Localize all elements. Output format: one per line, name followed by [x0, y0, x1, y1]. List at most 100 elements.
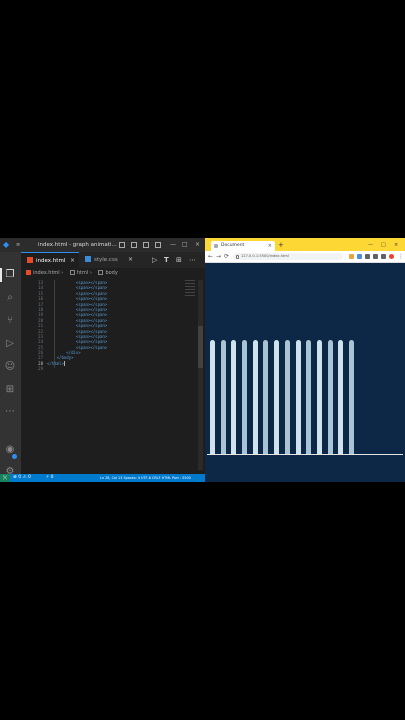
close-tab-icon[interactable]: ×: [70, 253, 75, 269]
browser-tab-bar: Document × + — □ ×: [205, 238, 405, 251]
run-debug-icon[interactable]: ▷: [4, 338, 16, 350]
graph-bar: [338, 339, 344, 454]
element-icon: [69, 270, 75, 275]
element-icon: [98, 270, 104, 275]
extension-icon[interactable]: [349, 254, 354, 259]
screenshot: ◆ ≡ index.html - graph animati... — □ × …: [0, 238, 405, 482]
breadcrumb-body[interactable]: body: [105, 268, 117, 278]
tab-index-html[interactable]: index.html ×: [21, 252, 79, 268]
problems-status[interactable]: ⊗ 0 ⚠ 0: [13, 474, 31, 482]
minimap[interactable]: [185, 280, 195, 298]
code-tag: <span></span>: [75, 280, 108, 285]
back-icon[interactable]: ←: [208, 251, 213, 262]
graph-bar: [242, 339, 247, 454]
remote-indicator[interactable]: ⟩⟨: [0, 474, 10, 482]
graph-baseline: [207, 454, 403, 455]
graph-bar: [284, 339, 290, 454]
menu-icon[interactable]: ≡: [16, 242, 21, 248]
code-tag: <span></span>: [75, 312, 108, 318]
breadcrumb-html[interactable]: html: [77, 268, 88, 278]
bar-graph: [205, 263, 405, 482]
code-tag: <span></span>: [75, 290, 108, 296]
window-title: index.html - graph animati...: [38, 242, 117, 248]
status-right[interactable]: Ln 28, Col 13 Spaces: 4 UTF-8 CRLF HTML …: [100, 474, 191, 482]
line-number-gutter: 13 14 15 16 17 18 19 20 21 22 23 24 25 26 27 28 29: [21, 280, 43, 372]
graph-bar: [349, 339, 355, 454]
maximize-button[interactable]: □: [381, 240, 386, 250]
vscode-logo-icon: ◆: [3, 240, 10, 249]
forward-icon[interactable]: →: [216, 251, 221, 262]
toggle-sidebar-icon[interactable]: [119, 242, 125, 248]
toggle-secondary-sidebar-icon[interactable]: [143, 242, 149, 248]
extension-icon[interactable]: [365, 254, 370, 259]
more-actions-icon[interactable]: ⋯: [189, 255, 196, 265]
close-button[interactable]: ×: [195, 241, 200, 249]
vscode-window: ◆ ≡ index.html - graph animati... — □ × …: [0, 238, 205, 482]
html-file-icon: [27, 257, 33, 263]
browser-toolbar: ← → ⟳ 127.0.0.1:5500/index.html ⋮: [205, 251, 405, 263]
minimize-button[interactable]: —: [368, 240, 373, 250]
source-control-icon[interactable]: ⑂: [4, 315, 16, 327]
vscode-titlebar: ◆ ≡ index.html - graph animati... — □ ×: [0, 238, 205, 252]
code-tag: <span></span>: [75, 285, 108, 291]
code-editor[interactable]: 13 14 15 16 17 18 19 20 21 22 23 24 25 26 27 28 29 <span…: [21, 278, 205, 474]
search-icon[interactable]: ⌕: [4, 292, 16, 304]
editor-tabs: index.html × style.css × ▷ T ⊞ ⋯: [21, 252, 205, 268]
explorer-icon[interactable]: ❐: [4, 269, 16, 281]
minimize-button[interactable]: —: [170, 241, 176, 249]
profile-avatar[interactable]: [389, 254, 394, 259]
graph-bar: [231, 339, 237, 454]
run-icon[interactable]: ▷: [152, 255, 157, 265]
close-button[interactable]: ×: [394, 240, 398, 250]
breadcrumb-separator: ›: [89, 270, 92, 276]
format-icon[interactable]: T: [164, 255, 169, 265]
browser-tab[interactable]: Document ×: [211, 241, 275, 251]
graph-bar: [274, 339, 280, 454]
toggle-panel-icon[interactable]: [131, 242, 137, 248]
split-editor-icon[interactable]: ⊞: [176, 255, 182, 265]
site-info-icon[interactable]: [236, 254, 239, 259]
browser-menu-icon[interactable]: ⋮: [398, 251, 404, 262]
copilot-icon[interactable]: ☺: [4, 361, 16, 373]
new-tab-icon[interactable]: +: [278, 240, 284, 250]
code-tag: <span></span>: [75, 344, 108, 350]
breadcrumb-file[interactable]: index.html: [33, 268, 60, 278]
url-text: 127.0.0.1:5500/index.html: [241, 254, 289, 258]
extension-icon[interactable]: [357, 254, 362, 259]
close-tab-icon[interactable]: ×: [268, 241, 272, 251]
graph-bar: [252, 339, 258, 454]
extension-icon[interactable]: [373, 254, 378, 259]
scrollbar-thumb[interactable]: [198, 326, 203, 368]
page-favicon-icon: [214, 244, 218, 248]
ports-status[interactable]: ⚡ 0: [46, 474, 53, 482]
code-tag: </html>: [47, 360, 64, 366]
reload-icon[interactable]: ⟳: [224, 251, 229, 262]
close-tab-icon[interactable]: ×: [128, 252, 133, 268]
extensions-icon[interactable]: ⊞: [4, 384, 16, 396]
graph-bar: [306, 339, 312, 454]
scrollbar-track[interactable]: [198, 280, 203, 470]
graph-bar: [295, 339, 301, 454]
code-text[interactable]: <span></span> <span></span> <span></span…: [47, 280, 107, 372]
maximize-button[interactable]: □: [182, 241, 188, 249]
tab-style-css[interactable]: style.css ×: [79, 252, 137, 268]
tab-label: style.css: [94, 257, 118, 263]
address-bar[interactable]: 127.0.0.1:5500/index.html: [233, 253, 343, 260]
browser-tab-title: Document: [221, 243, 245, 248]
graph-bar: [263, 339, 269, 454]
customize-layout-icon[interactable]: [155, 242, 161, 248]
code-tag: <span></span>: [75, 339, 108, 345]
more-icon[interactable]: ⋯: [4, 406, 16, 418]
rendered-page: [205, 263, 405, 482]
graph-bar: [317, 339, 322, 454]
extension-icon[interactable]: [381, 254, 386, 259]
